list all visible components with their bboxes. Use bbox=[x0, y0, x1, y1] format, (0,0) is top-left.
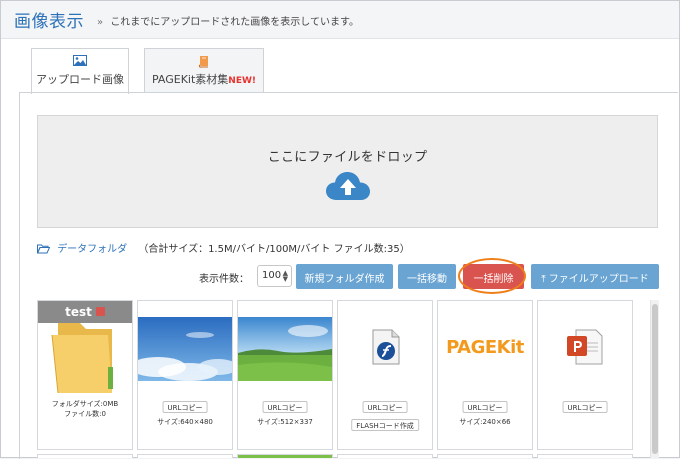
tab-pagekit-materials[interactable]: PAGEKit素材集NEW! bbox=[144, 48, 264, 92]
display-count-value: 100 bbox=[262, 270, 282, 281]
image-card[interactable]: PAGEKit URLコピー サイズ:240×66 bbox=[437, 300, 533, 450]
card-next-row bbox=[437, 454, 533, 458]
folder-icon bbox=[50, 321, 120, 401]
image-size: サイズ:512×337 bbox=[257, 418, 313, 426]
image-size: サイズ:240×66 bbox=[459, 418, 511, 426]
image-size: サイズ:640×480 bbox=[157, 418, 213, 426]
field-thumbnail[interactable] bbox=[238, 317, 332, 381]
folder-size: フォルダサイズ:0MB bbox=[51, 400, 119, 408]
folder-summary: （合計サイズ：1.5M/バイト/100M/バイト ファイル数:35） bbox=[138, 244, 410, 255]
folder-file-count: ファイル数:0 bbox=[64, 410, 106, 418]
folder-info: データフォルダ （合計サイズ：1.5M/バイト/100M/バイト ファイル数:3… bbox=[36, 240, 410, 257]
file-grid: test フォルダサイズ:0MB ファイル数:0 URLコピー サイズ:640×… bbox=[37, 300, 647, 458]
bulk-move-button[interactable]: 一括移動 bbox=[398, 264, 456, 289]
url-copy-button[interactable]: URLコピー bbox=[462, 401, 508, 413]
dropzone-text: ここにファイルをドロップ bbox=[267, 150, 428, 165]
breadcrumb-text: これまでにアップロードされた画像を表示しています。 bbox=[110, 17, 360, 28]
flash-file-icon bbox=[371, 329, 401, 369]
new-folder-button[interactable]: 新規フォルダ作成 bbox=[296, 264, 393, 289]
tab-label: PAGEKit素材集NEW! bbox=[145, 71, 263, 87]
delete-folder-icon[interactable] bbox=[95, 307, 105, 316]
folder-card[interactable]: test フォルダサイズ:0MB ファイル数:0 bbox=[37, 300, 133, 450]
card-next-row bbox=[137, 454, 233, 458]
image-card[interactable]: URLコピー サイズ:512×337 bbox=[237, 300, 333, 450]
upload-icon: ⤒ bbox=[541, 274, 546, 285]
header-bar: 画像表示 » これまでにアップロードされた画像を表示しています。 bbox=[1, 1, 679, 39]
card-next-row bbox=[237, 454, 333, 458]
pagekit-logo-thumbnail[interactable]: PAGEKit bbox=[438, 337, 532, 358]
file-upload-button[interactable]: ⤒ ファイルアップロード bbox=[531, 264, 659, 289]
breadcrumb-separator: » bbox=[97, 17, 104, 28]
folder-name: test bbox=[65, 305, 92, 319]
page-title: 画像表示 bbox=[14, 12, 84, 32]
file-upload-label: ファイルアップロード bbox=[548, 274, 649, 285]
display-count-label: 表示件数： bbox=[199, 274, 249, 285]
tab-label-text: PAGEKit素材集 bbox=[151, 73, 229, 86]
select-arrows-icon: ▲ ▼ bbox=[282, 269, 288, 283]
image-card[interactable]: URLコピー サイズ:640×480 bbox=[137, 300, 233, 450]
new-badge: NEW! bbox=[228, 76, 257, 86]
file-dropzone[interactable]: ここにファイルをドロップ bbox=[37, 115, 658, 228]
toolbar: 表示件数： 100 ▲ ▼ 新規フォルダ作成 一括移動 一括削除 ⤒ ファイルアッ… bbox=[0, 264, 680, 289]
flash-code-button[interactable]: FLASHコード作成 bbox=[351, 419, 419, 431]
sky-thumbnail[interactable] bbox=[138, 317, 232, 381]
image-icon bbox=[32, 55, 128, 69]
folder-open-icon bbox=[36, 244, 53, 257]
book-icon bbox=[145, 55, 263, 69]
data-folder-link[interactable]: データフォルダ bbox=[57, 244, 127, 255]
tab-label: アップロード画像 bbox=[36, 73, 124, 86]
url-copy-button[interactable]: URLコピー bbox=[362, 401, 408, 413]
grid-scrollbar[interactable] bbox=[650, 300, 659, 458]
card-next-row bbox=[337, 454, 433, 458]
url-copy-button[interactable]: URLコピー bbox=[162, 401, 208, 413]
url-copy-button[interactable]: URLコピー bbox=[262, 401, 308, 413]
tab-uploaded-images[interactable]: アップロード画像 bbox=[31, 48, 129, 94]
scrollbar-thumb[interactable] bbox=[652, 304, 658, 454]
folder-meta: フォルダサイズ:0MB ファイル数:0 bbox=[38, 399, 132, 419]
card-next-row bbox=[37, 454, 133, 458]
highlight-circle bbox=[458, 258, 526, 294]
powerpoint-file-icon bbox=[566, 329, 604, 369]
powerpoint-file-card[interactable]: URLコピー bbox=[537, 300, 633, 450]
breadcrumb: » これまでにアップロードされた画像を表示しています。 bbox=[97, 13, 359, 28]
display-count-select[interactable]: 100 ▲ ▼ bbox=[257, 265, 292, 287]
flash-file-card[interactable]: URLコピー FLASHコード作成 bbox=[337, 300, 433, 450]
card-next-row bbox=[537, 454, 633, 458]
url-copy-button[interactable]: URLコピー bbox=[562, 401, 608, 413]
cloud-upload-icon bbox=[38, 170, 657, 206]
folder-name-bar: test bbox=[38, 301, 132, 323]
